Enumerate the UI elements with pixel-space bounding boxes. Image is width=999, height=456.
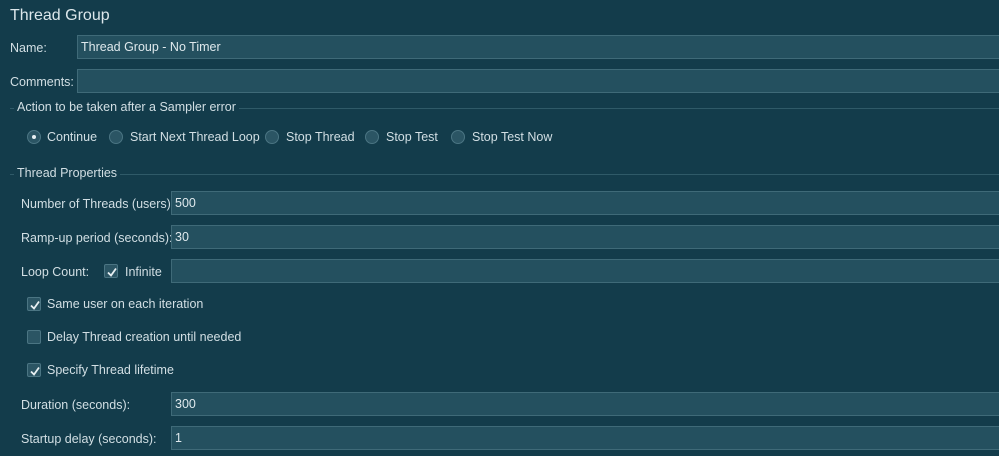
specify-lifetime-checkbox[interactable] [27,363,41,377]
checkmark-icon [30,300,40,310]
loop-count-input[interactable] [171,259,999,283]
num-threads-label: Number of Threads (users): [21,197,175,211]
stop-test-now-radio[interactable] [451,130,465,144]
same-user-checkbox[interactable] [27,297,41,311]
start-next-thread-loop-radio-label[interactable]: Start Next Thread Loop [130,130,260,144]
sampler-error-group-title: Action to be taken after a Sampler error [14,100,239,114]
duration-label: Duration (seconds): [21,398,131,412]
comments-label: Comments: [10,75,74,89]
specify-lifetime-checkbox-label[interactable]: Specify Thread lifetime [47,363,174,377]
duration-input[interactable]: 300 [171,392,999,416]
thread-group-panel: Thread Group Name: Thread Group - No Tim… [0,0,999,456]
infinite-checkbox[interactable] [104,264,118,278]
stop-test-now-radio-label[interactable]: Stop Test Now [472,130,552,144]
stop-test-radio-label[interactable]: Stop Test [386,130,438,144]
checkmark-icon [107,267,117,277]
ramp-up-label: Ramp-up period (seconds): [21,231,173,245]
stop-thread-radio-label[interactable]: Stop Thread [286,130,355,144]
thread-properties-group-title: Thread Properties [14,166,121,180]
continue-radio[interactable] [27,130,41,144]
name-label: Name: [10,41,47,55]
infinite-checkbox-label[interactable]: Infinite [125,265,162,279]
delay-creation-checkbox-label[interactable]: Delay Thread creation until needed [47,330,241,344]
same-user-checkbox-label[interactable]: Same user on each iteration [47,297,203,311]
num-threads-input[interactable]: 500 [171,191,999,215]
checkmark-icon [30,366,40,376]
startup-delay-label: Startup delay (seconds): [21,432,157,446]
delay-creation-checkbox[interactable] [27,330,41,344]
comments-input[interactable] [77,69,999,93]
stop-test-radio[interactable] [365,130,379,144]
name-input[interactable]: Thread Group - No Timer [77,35,999,59]
panel-title: Thread Group [10,7,110,24]
loop-count-label: Loop Count: [21,265,90,279]
stop-thread-radio[interactable] [265,130,279,144]
thread-properties-group-border [10,174,999,175]
continue-radio-label[interactable]: Continue [47,130,97,144]
ramp-up-input[interactable]: 30 [171,225,999,249]
startup-delay-input[interactable]: 1 [171,426,999,450]
start-next-thread-loop-radio[interactable] [109,130,123,144]
